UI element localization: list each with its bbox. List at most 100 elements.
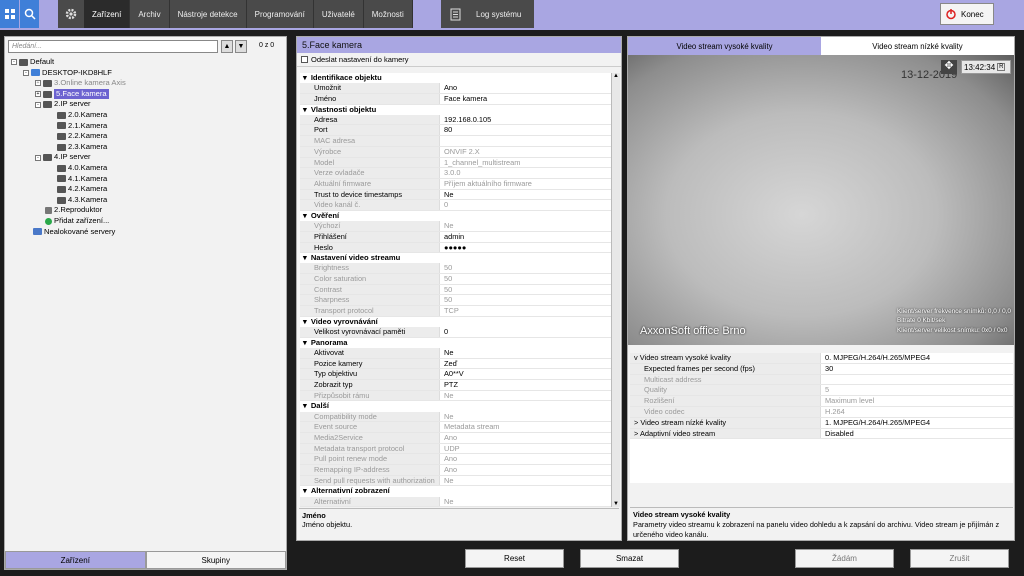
tab-groups[interactable]: Skupiny <box>145 551 286 569</box>
property-value[interactable]: admin <box>440 232 611 242</box>
tree-item[interactable]: 2.2.Kamera <box>11 131 281 142</box>
expand-icon[interactable]: - <box>35 154 41 161</box>
property-row[interactable]: Jméno Face kamera <box>300 93 611 105</box>
search-icon[interactable] <box>20 0 39 28</box>
stream-property-value[interactable]: 1. MJPEG/H.264/H.265/MPEG4 <box>821 418 1013 428</box>
property-row[interactable]: Velikost vyrovnávací paměti 0 <box>300 327 611 338</box>
property-row[interactable]: Adresa 192.168.0.105 <box>300 114 611 126</box>
collapse-icon[interactable]: ▾ <box>303 486 307 496</box>
tab-archive[interactable]: Archiv <box>130 0 170 28</box>
stream-property-row[interactable]: > Adaptivní video stream Disabled <box>630 428 1013 440</box>
exit-button[interactable]: Konec <box>940 3 994 25</box>
delete-button[interactable]: Smazat <box>580 549 679 568</box>
property-section[interactable]: ▾ Nastavení video streamu <box>300 253 611 264</box>
property-row[interactable]: Pull point renew mode Ano <box>300 454 611 465</box>
property-section[interactable]: ▾ Video vyrovnávání <box>300 316 611 327</box>
property-section[interactable]: ▾ Panorama <box>300 337 611 348</box>
collapse-icon[interactable]: ▾ <box>303 317 307 327</box>
property-row[interactable]: Umožnit Ano <box>300 83 611 94</box>
property-value[interactable]: 80 <box>440 125 611 135</box>
property-row[interactable]: Výrobce ONVIF 2.X <box>300 146 611 158</box>
arrow-down-button[interactable]: ▼ <box>235 40 247 53</box>
property-value[interactable]: ●●●●● <box>440 243 611 253</box>
property-row[interactable]: Contrast 50 <box>300 284 611 296</box>
property-row[interactable]: Remapping IP-address Ano <box>300 464 611 476</box>
tab-users[interactable]: Uživatelé <box>314 0 364 28</box>
collapse-icon[interactable]: ▾ <box>303 211 307 221</box>
collapse-icon[interactable]: ▾ <box>303 401 307 411</box>
expand-icon[interactable]: + <box>35 91 41 98</box>
property-row[interactable]: Compatibility mode Ne <box>300 411 611 423</box>
scroll-down-icon[interactable]: ▼ <box>612 501 620 507</box>
tab-devices-bottom[interactable]: Zařízení <box>5 551 146 569</box>
tab-detection-tools[interactable]: Nástroje detekce <box>170 0 247 28</box>
stream-property-value[interactable]: Disabled <box>821 429 1013 439</box>
tree-item[interactable]: - 2.IP server <box>11 99 281 110</box>
expand-icon[interactable]: + <box>35 80 41 87</box>
tab-high-quality-stream[interactable]: Video stream vysoké kvality <box>628 37 821 55</box>
property-row[interactable]: Metadata transport protocol UDP <box>300 443 611 455</box>
property-value[interactable]: PTZ <box>440 380 611 390</box>
tree-item[interactable]: 4.0.Kamera <box>11 163 281 174</box>
collapse-icon[interactable]: ▾ <box>303 338 307 348</box>
stream-property-value[interactable]: 30 <box>821 364 1013 374</box>
tree-item[interactable]: 4.2.Kamera <box>11 184 281 195</box>
tree-item[interactable]: - 4.IP server <box>11 152 281 163</box>
property-row[interactable]: Sharpness 50 <box>300 295 611 307</box>
property-value[interactable]: Zeď <box>440 359 611 369</box>
reset-button[interactable]: Reset <box>465 549 564 568</box>
tree-item[interactable]: - DESKTOP-IKD8HLF <box>11 68 281 79</box>
property-value[interactable]: 0 <box>440 327 611 337</box>
tree-item[interactable]: 4.3.Kamera <box>11 195 281 206</box>
property-row[interactable]: Přihlášení admin <box>300 231 611 243</box>
expand-icon[interactable]: - <box>23 69 29 76</box>
tab-options[interactable]: Možnosti <box>364 0 413 28</box>
stream-property-value[interactable]: 0. MJPEG/H.264/H.265/MPEG4 <box>821 353 1013 363</box>
property-value[interactable]: Ano <box>440 83 611 93</box>
expand-icon[interactable]: - <box>35 101 41 108</box>
apply-button[interactable]: Žádám <box>795 549 894 568</box>
property-row[interactable]: Pozice kamery Zeď <box>300 358 611 370</box>
tree-item[interactable]: Nealokované servery <box>11 227 281 238</box>
property-value[interactable]: A0**V <box>440 369 611 379</box>
expand-icon[interactable]: - <box>11 59 17 66</box>
property-value[interactable]: 192.168.0.105 <box>440 115 611 125</box>
property-row[interactable]: Model 1_channel_multistream <box>300 157 611 169</box>
property-row[interactable]: Transport protocol TCP <box>300 306 611 317</box>
tree-item[interactable]: +3.Online kamera Axis <box>11 78 281 89</box>
tree-item[interactable]: 4.1.Kamera <box>11 174 281 185</box>
property-section[interactable]: ▾ Další <box>300 401 611 412</box>
property-section[interactable]: ▾ Ověření <box>300 210 611 222</box>
send-settings-checkbox[interactable]: Odeslat nastavení do kamery <box>297 53 621 67</box>
grid-icon[interactable] <box>0 0 19 28</box>
collapse-icon[interactable]: ▾ <box>303 253 307 263</box>
cancel-button[interactable]: Zrušit <box>910 549 1009 568</box>
property-row[interactable]: Port 80 <box>300 125 611 137</box>
tab-programming[interactable]: Programování <box>247 0 314 28</box>
property-row[interactable]: Aktuální firmware Příjem aktuálního firmw… <box>300 178 611 190</box>
tab-low-quality-stream[interactable]: Video stream nízké kvality <box>821 37 1014 55</box>
tree-item[interactable]: 2.0.Kamera <box>11 110 281 121</box>
tree-item[interactable]: 2.3.Kamera <box>11 142 281 153</box>
stream-property-row[interactable]: Expected frames per second (fps) 30 <box>630 363 1013 375</box>
property-row[interactable]: Aktivovat Ne <box>300 347 611 359</box>
ptz-control-icon[interactable]: ✥ <box>941 60 957 74</box>
collapse-icon[interactable]: ▾ <box>303 73 307 83</box>
property-row[interactable]: Color saturation 50 <box>300 274 611 285</box>
property-value[interactable]: Face kamera <box>440 94 611 104</box>
property-row[interactable]: MAC adresa <box>300 136 611 147</box>
property-value[interactable]: Ne <box>440 190 611 200</box>
scrollbar[interactable]: ▲ ▼ <box>611 73 620 507</box>
property-row[interactable]: Typ objektivu A0**V <box>300 369 611 380</box>
property-row[interactable]: Přizpůsobit rámu Ne <box>300 390 611 402</box>
arrow-up-button[interactable]: ▲ <box>221 40 233 53</box>
record-icon[interactable]: R <box>997 63 1006 71</box>
property-row[interactable]: Výchozí Ne <box>300 221 611 232</box>
collapse-icon[interactable]: ▾ <box>303 105 307 115</box>
tree-item[interactable]: 2.1.Kamera <box>11 121 281 132</box>
property-value[interactable]: Ne <box>440 348 611 358</box>
property-section[interactable]: ▾ Vlastnosti objektu <box>300 104 611 115</box>
scroll-up-icon[interactable]: ▲ <box>612 73 620 79</box>
stream-property-row[interactable]: Rozlišení Maximum level <box>630 396 1013 407</box>
stream-property-row[interactable]: Quality 5 <box>630 385 1013 397</box>
